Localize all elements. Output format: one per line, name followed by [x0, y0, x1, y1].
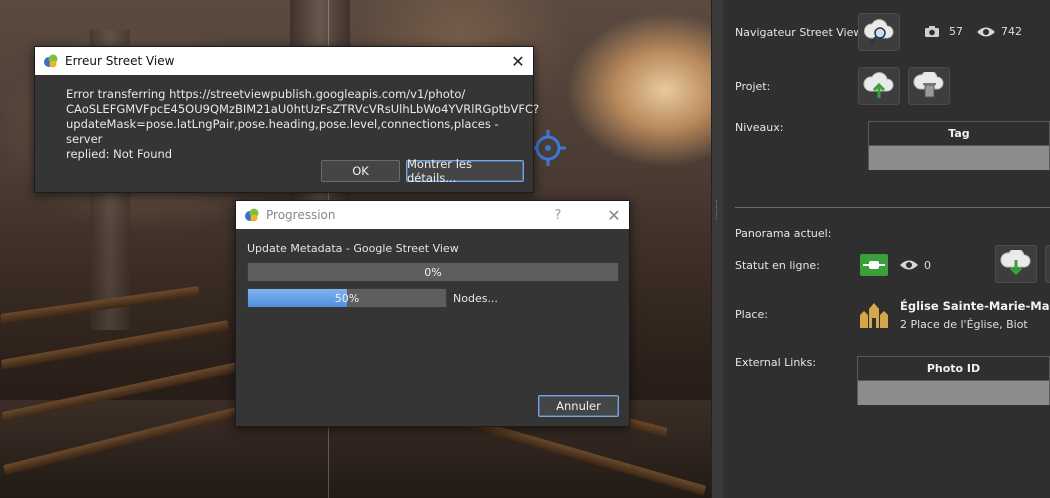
navigator-label: Navigateur Street View: [735, 26, 866, 39]
photo-count: 57 [949, 25, 963, 38]
error-dialog-title: Erreur Street View [65, 54, 175, 68]
error-dialog: Erreur Street View ✕ Error transferring … [34, 46, 540, 193]
place-address: 2 Place de l'Église, Biot [900, 318, 1028, 331]
online-view-count: 0 [924, 258, 931, 272]
nodes-progress-text: 50% [334, 291, 360, 305]
error-message-line: Error transferring https://streetviewpub… [66, 87, 466, 101]
table-row[interactable] [869, 146, 1049, 170]
external-links-header-photo-id[interactable]: Photo ID [858, 357, 1049, 381]
overall-progress-text: 0% [424, 265, 442, 279]
error-message: Error transferring https://streetviewpub… [66, 87, 540, 162]
help-icon[interactable]: ? [545, 201, 571, 229]
cloud-trash-icon [913, 72, 944, 98]
place-name[interactable]: Église Sainte-Marie-Madele [900, 299, 1050, 313]
splitter-grip[interactable] [716, 200, 719, 220]
app-logo-icon [44, 54, 58, 68]
close-icon[interactable]: ✕ [599, 201, 629, 229]
panel-splitter[interactable] [711, 0, 723, 498]
close-icon[interactable]: ✕ [503, 47, 533, 75]
download-panorama-button[interactable] [995, 245, 1037, 283]
app-logo-icon [245, 208, 259, 222]
online-status-label: Statut en ligne: [735, 259, 820, 272]
upload-project-button[interactable] [858, 67, 900, 105]
error-dialog-titlebar[interactable]: Erreur Street View ✕ [35, 47, 533, 75]
external-links-table[interactable]: Photo ID [857, 356, 1050, 405]
delete-project-button[interactable] [908, 67, 950, 105]
nodes-progress-bar: 50% [247, 288, 447, 308]
cloud-search-icon [864, 19, 894, 44]
navigator-button[interactable] [858, 13, 900, 51]
error-message-line: updateMask=pose.latLngPair,pose.heading,… [66, 117, 499, 146]
overall-progress-bar: 0% [247, 262, 619, 282]
ok-button[interactable]: OK [321, 160, 400, 182]
eye-icon [977, 27, 995, 36]
eye-icon [900, 260, 918, 270]
connected-plug-icon [860, 254, 888, 276]
section-divider [735, 207, 1050, 208]
levels-table-header-tag[interactable]: Tag [869, 122, 1049, 146]
task-label: Update Metadata - Google Street View [247, 242, 459, 255]
nodes-label: Nodes... [453, 292, 498, 305]
camera-icon [925, 26, 939, 37]
street-view-panel: Navigateur Street View: 57 742 Projet: N… [723, 0, 1050, 498]
external-links-label: External Links: [735, 356, 817, 369]
place-label: Place: [735, 308, 768, 321]
current-panorama-label: Panorama actuel: [735, 227, 832, 240]
view-count: 742 [1001, 25, 1022, 38]
table-row[interactable] [858, 381, 1049, 405]
cloud-download-icon [1000, 250, 1031, 276]
levels-table[interactable]: Tag [868, 121, 1050, 170]
error-message-line: CAoSLEFGMVFpcE45OU9QMzBIM21aU0htUzFsZTRV… [66, 102, 540, 116]
cancel-button[interactable]: Annuler [538, 395, 619, 417]
progress-dialog-title: Progression [266, 208, 336, 222]
online-status: 0 [860, 254, 931, 276]
levels-label: Niveaux: [735, 121, 784, 134]
project-label: Projet: [735, 80, 771, 93]
church-icon [860, 303, 888, 328]
progress-dialog: Progression ? ✕ Update Metadata - Google… [235, 200, 630, 427]
progress-dialog-titlebar[interactable]: Progression ? ✕ [236, 201, 629, 229]
show-details-button[interactable]: Montrer les détails... [406, 157, 524, 185]
cloud-upload-icon [863, 72, 894, 98]
panorama-action-button[interactable] [1045, 245, 1050, 283]
photo-count-stat: 57 742 [924, 25, 1022, 38]
